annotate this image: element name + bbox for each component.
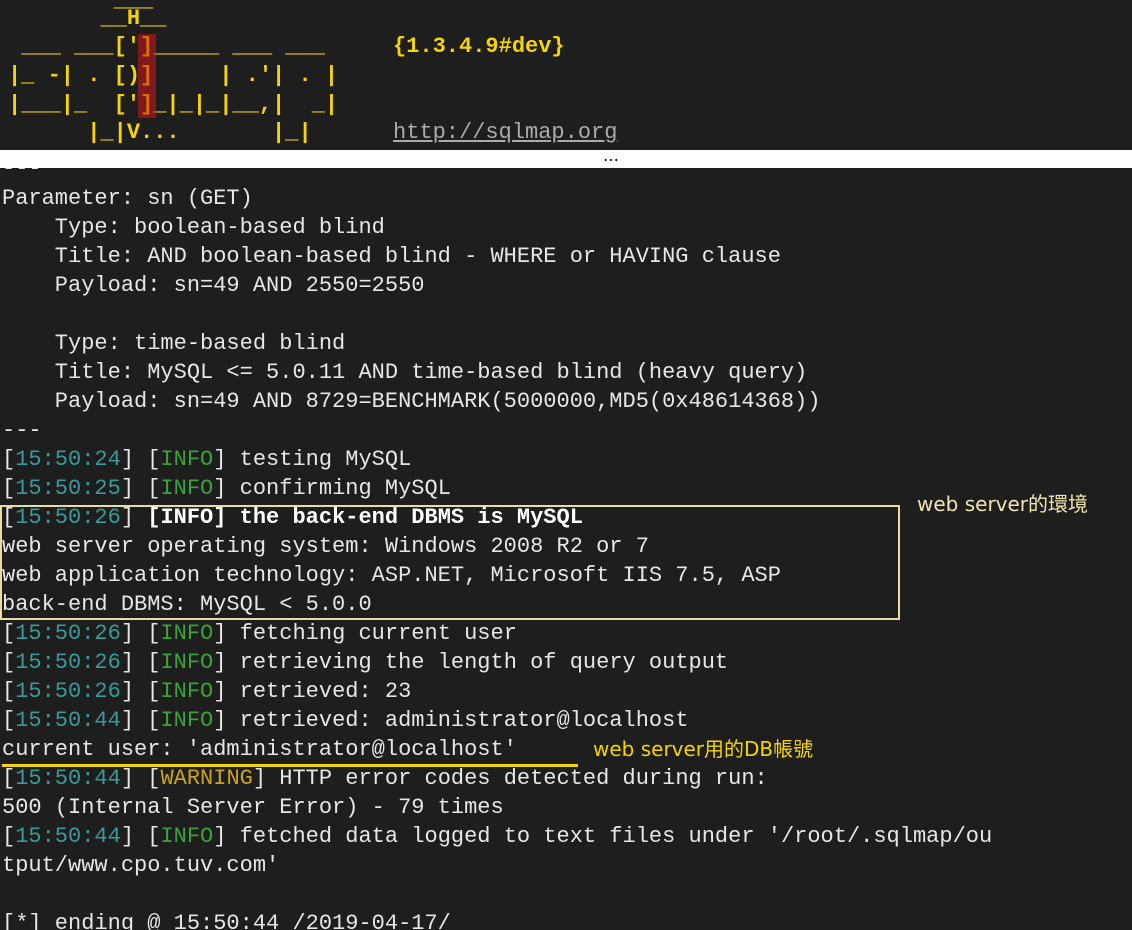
log-message: retrieved: 23: [226, 679, 412, 704]
log-level: INFO: [160, 650, 214, 675]
log-continuation-line: tput/www.cpo.tuv.com': [2, 853, 280, 878]
log-message: retrieving the length of query output: [226, 650, 729, 675]
logo-line: |_|V... |_|: [8, 120, 312, 145]
log-timestamp: 15:50:44: [15, 766, 121, 791]
separator-line: ---: [2, 418, 42, 443]
log-timestamp: 15:50:25: [15, 476, 121, 501]
separator-strip: [0, 150, 1132, 168]
log-message: retrieved: administrator@localhost: [226, 708, 689, 733]
log-message: testing MySQL: [226, 447, 412, 472]
logo-red-accent: [138, 34, 156, 118]
log-message: confirming MySQL: [226, 476, 451, 501]
ending-line: [*] ending @ 15:50:44 /2019-04-17/: [2, 911, 451, 930]
db-account-annotation: web server用的DB帳號: [593, 737, 814, 761]
title-line: Title: AND boolean-based blind - WHERE o…: [2, 244, 781, 269]
sqlmap-logo: ___ __H__ ___ ___[']_____ ___ ___ |_ -| …: [4, 0, 384, 150]
type-line: Type: boolean-based blind: [2, 215, 385, 240]
logo-line: |___|_ [']_|_|_|__,| _|: [8, 92, 339, 117]
logo-line: __H__: [8, 6, 167, 31]
log-timestamp: 15:50:44: [15, 824, 121, 849]
log-line: [15:50:44] [INFO] fetched data logged to…: [2, 824, 993, 849]
log-timestamp: 15:50:26: [15, 650, 121, 675]
title-line: Title: MySQL <= 5.0.11 AND time-based bl…: [2, 360, 808, 385]
log-timestamp: 15:50:26: [15, 621, 121, 646]
current-user-underline: [2, 764, 578, 767]
env-annotation: web server的環境: [917, 492, 1089, 516]
log-line: [15:50:26] [INFO] retrieving the length …: [2, 650, 729, 675]
log-level: INFO: [160, 476, 214, 501]
log-line: [15:50:26] [INFO] fetching current user: [2, 621, 517, 646]
log-line: [15:50:25] [INFO] confirming MySQL: [2, 476, 451, 501]
log-timestamp: 15:50:44: [15, 708, 121, 733]
log-line: [15:50:44] [INFO] retrieved: administrat…: [2, 708, 689, 733]
log-message: HTTP error codes detected during run:: [266, 766, 768, 791]
current-user-line: current user: 'administrator@localhost': [2, 737, 517, 762]
log-level: INFO: [160, 708, 214, 733]
warning-detail-line: 500 (Internal Server Error) - 79 times: [2, 795, 504, 820]
log-line: [15:50:24] [INFO] testing MySQL: [2, 447, 412, 472]
type-line: Type: time-based blind: [2, 331, 346, 356]
log-timestamp: 15:50:26: [15, 679, 121, 704]
payload-line: Payload: sn=49 AND 8729=BENCHMARK(500000…: [2, 389, 821, 414]
dbms-highlight-box: [0, 505, 900, 620]
logo-line: ___ ___[']_____ ___ ___: [8, 34, 325, 59]
log-level: INFO: [160, 447, 214, 472]
payload-line: Payload: sn=49 AND 2550=2550: [2, 273, 425, 298]
warning-line: [15:50:44] [WARNING] HTTP error codes de…: [2, 766, 768, 791]
separator-line: ---: [2, 168, 42, 181]
logo-line: |_ -| . [)] | .'| . |: [8, 63, 339, 88]
log-level: INFO: [160, 621, 214, 646]
log-timestamp: 15:50:24: [15, 447, 121, 472]
ellipsis-marker: …: [603, 146, 619, 165]
log-line: [15:50:26] [INFO] retrieved: 23: [2, 679, 412, 704]
log-level: INFO: [160, 679, 214, 704]
terminal-banner: ___ __H__ ___ ___[']_____ ___ ___ |_ -| …: [0, 0, 1132, 150]
log-level: WARNING: [160, 766, 253, 791]
parameter-line: Parameter: sn (GET): [2, 186, 253, 211]
sqlmap-link[interactable]: http://sqlmap.org: [393, 118, 617, 147]
version-label: {1.3.4.9#dev}: [393, 34, 565, 59]
log-message: fetched data logged to text files under …: [226, 824, 993, 849]
log-level: INFO: [160, 824, 214, 849]
log-message: fetching current user: [226, 621, 517, 646]
